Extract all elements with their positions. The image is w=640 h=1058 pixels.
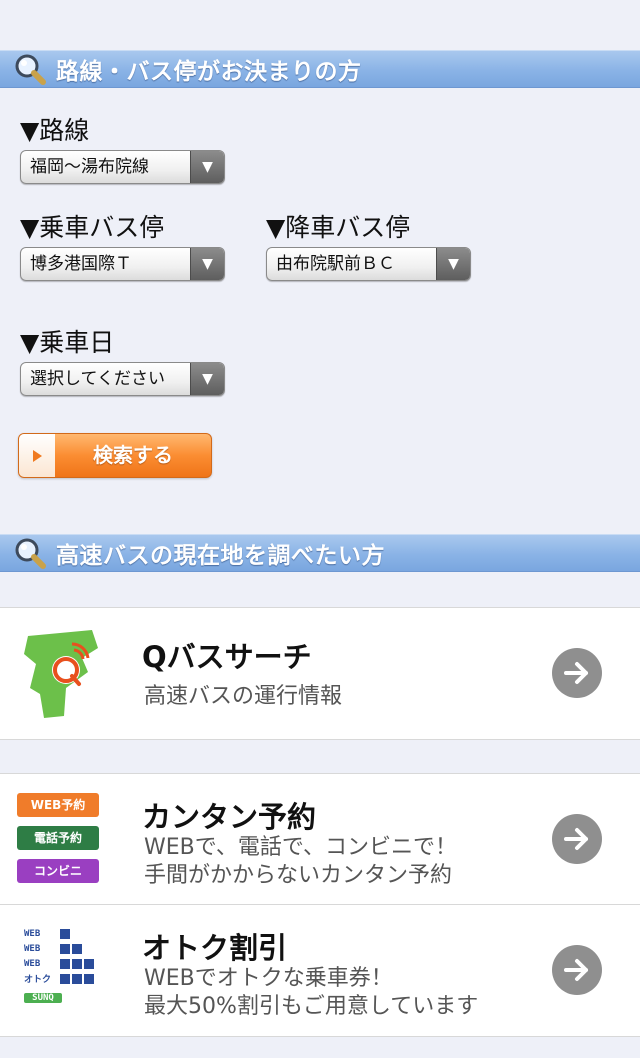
card-title: Qバスサーチ	[142, 640, 312, 674]
chevron-down-icon: ▼	[190, 363, 224, 395]
phone-booking-badge: 電話予約	[17, 826, 99, 850]
card-title: カンタン予約	[142, 800, 317, 834]
route-select[interactable]: 福岡～湯布院線 ▼	[20, 150, 225, 184]
alight-stop-select[interactable]: 由布院駅前ＢＣ ▼	[266, 247, 471, 281]
convenience-store-badge: コンビニ	[17, 859, 99, 883]
arrow-right-icon[interactable]	[552, 814, 602, 864]
magnifier-icon	[10, 50, 50, 88]
arrow-right-icon[interactable]	[552, 945, 602, 995]
route-label: ▼路線	[20, 116, 90, 145]
card-subtitle-line2: 手間がかからないカンタン予約	[144, 863, 453, 888]
card-subtitle: 高速バスの運行情報	[144, 684, 343, 709]
search-button-label: 検索する	[93, 443, 173, 467]
chevron-down-icon: ▼	[190, 151, 224, 183]
section-title: 高速バスの現在地を調べたい方	[56, 543, 385, 569]
mini-label: WEB	[24, 958, 41, 969]
play-icon	[19, 434, 55, 477]
web-booking-badge: WEB予約	[17, 793, 99, 817]
card-subtitle-line2: 最大50%割引もご用意しています	[144, 994, 479, 1019]
board-stop-value: 博多港国際Ｔ	[30, 254, 132, 274]
sunq-logo: SUNQ	[24, 992, 62, 1003]
date-label: ▼乗車日	[20, 328, 115, 357]
section-header-route: 路線・バス停がお決まりの方	[0, 50, 640, 88]
discount-card[interactable]: WEB WEB WEB オトク SUNQ オトク割引 WEBでオトクな乗車券！ …	[0, 904, 640, 1037]
mini-label: WEB	[24, 943, 41, 954]
q-bus-search-card[interactable]: Qバスサーチ 高速バスの運行情報	[0, 607, 640, 740]
easy-booking-card[interactable]: WEB予約 電話予約 コンビニ カンタン予約 WEBで、電話で、コンビニで！ 手…	[0, 773, 640, 905]
chevron-down-icon: ▼	[190, 248, 224, 280]
route-select-value: 福岡～湯布院線	[30, 157, 149, 177]
date-select-value: 選択してください	[30, 369, 165, 389]
section-title: 路線・バス停がお決まりの方	[56, 59, 362, 85]
date-select[interactable]: 選択してください ▼	[20, 362, 225, 396]
card-subtitle-line1: WEBで、電話で、コンビニで！	[144, 835, 457, 860]
mini-label: オトク	[24, 975, 52, 985]
section-header-location: 高速バスの現在地を調べたい方	[0, 534, 640, 572]
alight-stop-label: ▼降車バス停	[266, 213, 411, 242]
search-button[interactable]: 検索する	[18, 433, 212, 478]
alight-stop-value: 由布院駅前ＢＣ	[276, 254, 395, 274]
board-stop-label: ▼乗車バス停	[20, 213, 165, 242]
chevron-down-icon: ▼	[436, 248, 470, 280]
mini-label: WEB	[24, 928, 41, 939]
q-bus-logo-icon	[22, 628, 102, 720]
card-subtitle-line1: WEBでオトクな乗車券！	[144, 966, 393, 991]
board-stop-select[interactable]: 博多港国際Ｔ ▼	[20, 247, 225, 281]
magnifier-icon	[10, 534, 50, 572]
discount-ticket-logo: WEB WEB WEB オトク SUNQ	[24, 927, 96, 1006]
arrow-right-icon[interactable]	[552, 648, 602, 698]
card-title: オトク割引	[142, 931, 288, 965]
